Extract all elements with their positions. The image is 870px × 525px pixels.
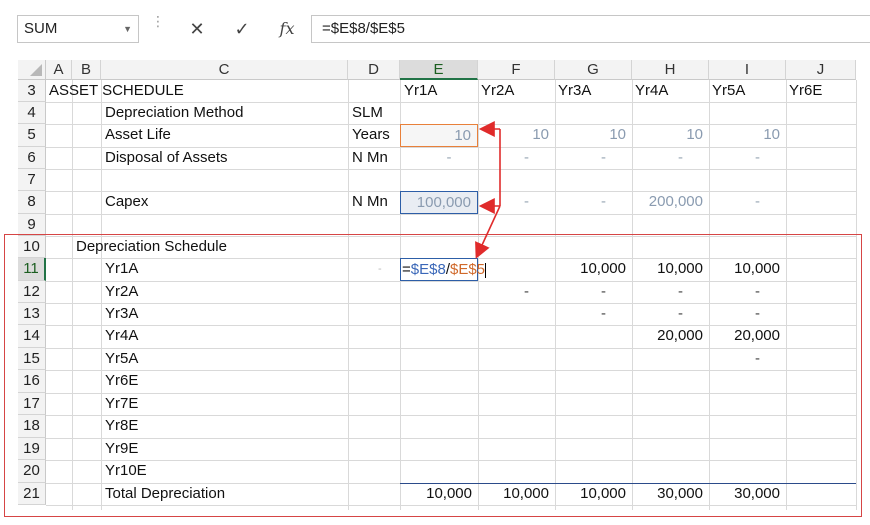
arrow-to-formula <box>475 205 501 259</box>
annotation-arrows <box>475 121 501 259</box>
spreadsheet-grid: A B C D E F G H I J 3 4 5 6 7 8 9 10 11 … <box>0 0 870 525</box>
